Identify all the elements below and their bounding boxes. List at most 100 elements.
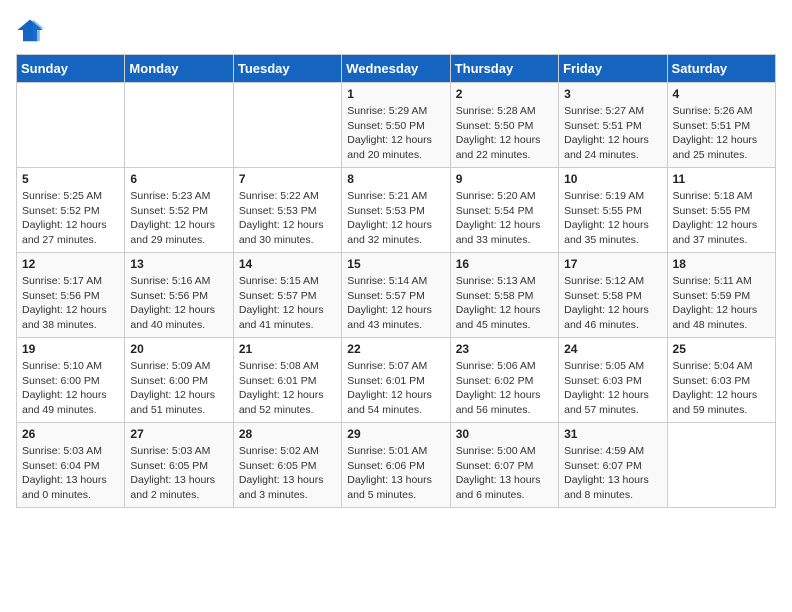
day-number: 3 [564,87,661,101]
day-number: 18 [673,257,770,271]
calendar-cell: 22Sunrise: 5:07 AM Sunset: 6:01 PM Dayli… [342,338,450,423]
calendar-cell: 6 Sunrise: 5:23 AM Sunset: 5:52 PM Daylig… [125,168,233,253]
day-number: 9 [456,172,553,186]
day-info: Sunrise: 5:19 AM Sunset: 5:55 PM Dayligh… [564,189,661,248]
day-number: 28 [239,427,336,441]
weekday-header: Thursday [450,55,558,83]
calendar-cell: 20 Sunrise: 5:09 AM Sunset: 6:00 PM Dayli… [125,338,233,423]
calendar-cell [125,83,233,168]
calendar-cell: 23 Sunrise: 5:06 AM Sunset: 6:02 PM Dayli… [450,338,558,423]
weekday-header: Saturday [667,55,775,83]
day-info: Sunrise: 5:01 AM Sunset: 6:06 PM Dayligh… [347,444,444,503]
day-number: 31 [564,427,661,441]
day-info: Sunrise: 5:22 AM Sunset: 5:53 PM Dayligh… [239,189,336,248]
logo-icon [16,16,44,44]
day-number: 27 [130,427,227,441]
day-number: 20 [130,342,227,356]
day-number: 1 [347,87,444,101]
calendar-table: SundayMondayTuesdayWednesdayThursdayFrid… [16,54,776,508]
day-info: Sunrise: 5:09 AM Sunset: 6:00 PM Dayligh… [130,359,227,418]
calendar-cell: 15 Sunrise: 5:14 AM Sunset: 5:57 PM Dayli… [342,253,450,338]
day-info: Sunrise: 5:17 AM Sunset: 5:56 PM Dayligh… [22,274,119,333]
day-info: Sunrise: 5:05 AM Sunset: 6:03 PM Dayligh… [564,359,661,418]
day-number: 11 [673,172,770,186]
calendar-cell: 5 Sunrise: 5:25 AM Sunset: 5:52 PM Daylig… [17,168,125,253]
day-info: Sunrise: 5:14 AM Sunset: 5:57 PM Dayligh… [347,274,444,333]
calendar-cell: 21 Sunrise: 5:08 AM Sunset: 6:01 PM Dayli… [233,338,341,423]
calendar-cell: 10 Sunrise: 5:19 AM Sunset: 5:55 PM Dayli… [559,168,667,253]
day-info: Sunrise: 5:11 AM Sunset: 5:59 PM Dayligh… [673,274,770,333]
day-number: 19 [22,342,119,356]
logo [16,16,48,44]
day-number: 22 [347,342,444,356]
calendar-week-row: 5 Sunrise: 5:25 AM Sunset: 5:52 PM Daylig… [17,168,776,253]
day-info: Sunrise: 5:02 AM Sunset: 6:05 PM Dayligh… [239,444,336,503]
day-info: Sunrise: 5:06 AM Sunset: 6:02 PM Dayligh… [456,359,553,418]
day-number: 21 [239,342,336,356]
day-number: 30 [456,427,553,441]
calendar-week-row: 19 Sunrise: 5:10 AM Sunset: 6:00 PM Dayli… [17,338,776,423]
day-info: Sunrise: 5:21 AM Sunset: 5:53 PM Dayligh… [347,189,444,248]
calendar-week-row: 12 Sunrise: 5:17 AM Sunset: 5:56 PM Dayli… [17,253,776,338]
day-info: Sunrise: 5:03 AM Sunset: 6:05 PM Dayligh… [130,444,227,503]
day-number: 12 [22,257,119,271]
day-number: 4 [673,87,770,101]
day-info: Sunrise: 5:08 AM Sunset: 6:01 PM Dayligh… [239,359,336,418]
day-number: 10 [564,172,661,186]
day-info: Sunrise: 5:28 AM Sunset: 5:50 PM Dayligh… [456,104,553,163]
calendar-cell: 30Sunrise: 5:00 AM Sunset: 6:07 PM Dayli… [450,423,558,508]
calendar-cell [233,83,341,168]
calendar-cell: 28 Sunrise: 5:02 AM Sunset: 6:05 PM Dayli… [233,423,341,508]
weekday-header: Friday [559,55,667,83]
day-number: 6 [130,172,227,186]
calendar-cell: 16 Sunrise: 5:13 AM Sunset: 5:58 PM Dayli… [450,253,558,338]
day-number: 16 [456,257,553,271]
day-info: Sunrise: 5:23 AM Sunset: 5:52 PM Dayligh… [130,189,227,248]
day-number: 15 [347,257,444,271]
day-info: Sunrise: 5:04 AM Sunset: 6:03 PM Dayligh… [673,359,770,418]
calendar-cell: 29Sunrise: 5:01 AM Sunset: 6:06 PM Dayli… [342,423,450,508]
calendar-cell: 11 Sunrise: 5:18 AM Sunset: 5:55 PM Dayli… [667,168,775,253]
weekday-header-row: SundayMondayTuesdayWednesdayThursdayFrid… [17,55,776,83]
day-number: 24 [564,342,661,356]
day-number: 7 [239,172,336,186]
calendar-cell: 24 Sunrise: 5:05 AM Sunset: 6:03 PM Dayli… [559,338,667,423]
day-info: Sunrise: 5:26 AM Sunset: 5:51 PM Dayligh… [673,104,770,163]
day-info: Sunrise: 5:12 AM Sunset: 5:58 PM Dayligh… [564,274,661,333]
day-info: Sunrise: 5:29 AM Sunset: 5:50 PM Dayligh… [347,104,444,163]
day-info: Sunrise: 5:13 AM Sunset: 5:58 PM Dayligh… [456,274,553,333]
day-info: Sunrise: 5:15 AM Sunset: 5:57 PM Dayligh… [239,274,336,333]
day-info: Sunrise: 5:25 AM Sunset: 5:52 PM Dayligh… [22,189,119,248]
day-info: Sunrise: 5:18 AM Sunset: 5:55 PM Dayligh… [673,189,770,248]
calendar-cell: 26Sunrise: 5:03 AM Sunset: 6:04 PM Dayli… [17,423,125,508]
calendar-cell: 31 Sunrise: 4:59 AM Sunset: 6:07 PM Dayli… [559,423,667,508]
calendar-cell: 8 Sunrise: 5:21 AM Sunset: 5:53 PM Daylig… [342,168,450,253]
weekday-header: Tuesday [233,55,341,83]
day-info: Sunrise: 5:16 AM Sunset: 5:56 PM Dayligh… [130,274,227,333]
calendar-cell: 13Sunrise: 5:16 AM Sunset: 5:56 PM Dayli… [125,253,233,338]
calendar-cell: 3Sunrise: 5:27 AM Sunset: 5:51 PM Daylig… [559,83,667,168]
day-number: 8 [347,172,444,186]
calendar-cell: 19 Sunrise: 5:10 AM Sunset: 6:00 PM Dayli… [17,338,125,423]
calendar-cell: 17 Sunrise: 5:12 AM Sunset: 5:58 PM Dayli… [559,253,667,338]
day-number: 14 [239,257,336,271]
weekday-header: Sunday [17,55,125,83]
calendar-cell: 18 Sunrise: 5:11 AM Sunset: 5:59 PM Dayli… [667,253,775,338]
calendar-cell: 14 Sunrise: 5:15 AM Sunset: 5:57 PM Dayli… [233,253,341,338]
calendar-cell: 7 Sunrise: 5:22 AM Sunset: 5:53 PM Daylig… [233,168,341,253]
day-number: 17 [564,257,661,271]
day-number: 23 [456,342,553,356]
calendar-cell: 4 Sunrise: 5:26 AM Sunset: 5:51 PM Daylig… [667,83,775,168]
day-info: Sunrise: 5:10 AM Sunset: 6:00 PM Dayligh… [22,359,119,418]
calendar-week-row: 1 Sunrise: 5:29 AM Sunset: 5:50 PM Daylig… [17,83,776,168]
weekday-header: Monday [125,55,233,83]
day-info: Sunrise: 4:59 AM Sunset: 6:07 PM Dayligh… [564,444,661,503]
page-header [16,16,776,44]
day-number: 25 [673,342,770,356]
weekday-header: Wednesday [342,55,450,83]
day-number: 5 [22,172,119,186]
calendar-cell: 12 Sunrise: 5:17 AM Sunset: 5:56 PM Dayli… [17,253,125,338]
calendar-cell: 27 Sunrise: 5:03 AM Sunset: 6:05 PM Dayli… [125,423,233,508]
calendar-cell: 9Sunrise: 5:20 AM Sunset: 5:54 PM Daylig… [450,168,558,253]
calendar-cell: 25 Sunrise: 5:04 AM Sunset: 6:03 PM Dayli… [667,338,775,423]
